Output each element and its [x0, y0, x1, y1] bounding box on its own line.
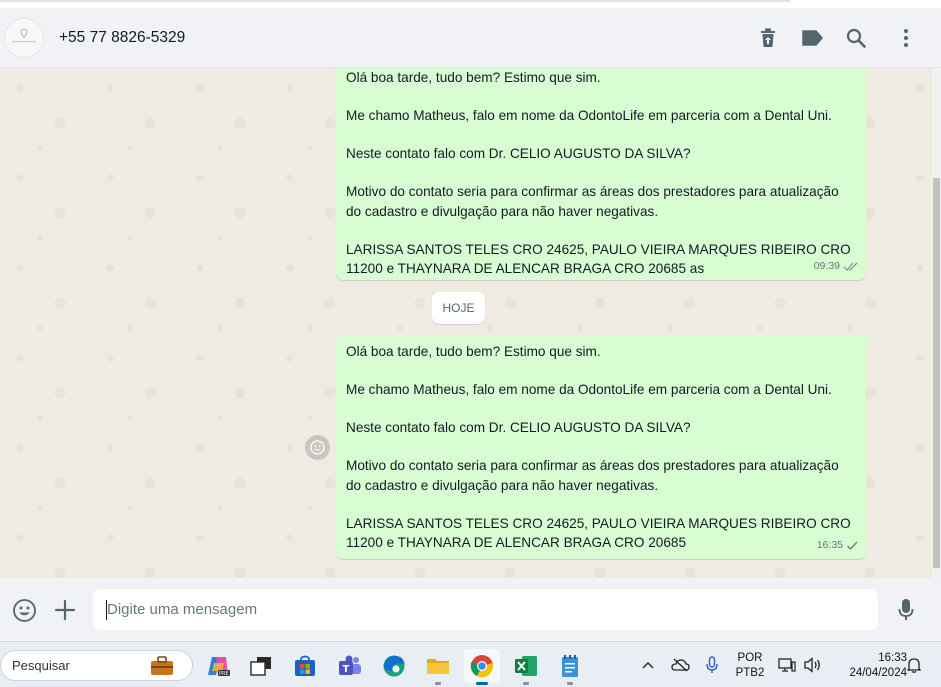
text-caret — [106, 600, 107, 620]
single-check-icon — [847, 541, 858, 550]
clear-chat-icon[interactable] — [755, 25, 781, 51]
volume-icon[interactable] — [802, 654, 824, 676]
message-line: Olá boa tarde, tudo bem? Estimo que sim. — [346, 70, 601, 85]
app-running-indicator — [523, 682, 529, 685]
system-clock[interactable]: 16:33 24/04/2024 — [833, 651, 907, 681]
message-line: Motivo do contato seria para confirmar a… — [346, 458, 839, 473]
contact-avatar[interactable] — [4, 18, 44, 58]
message-time: 09:39 — [813, 259, 840, 272]
briefcase-icon — [151, 656, 173, 675]
copilot-icon[interactable]: PRE — [200, 649, 236, 683]
message-line: 11200 e THAYNARA DE ALENCAR BRAGA CRO 20… — [346, 261, 705, 276]
language-code: POR — [737, 652, 763, 664]
teams-icon[interactable]: T — [332, 649, 368, 683]
message-line-gap — [346, 438, 857, 457]
scrollbar-thumb[interactable] — [933, 178, 940, 568]
message-line: do cadastro e divulgação para não haver … — [346, 203, 659, 219]
file-explorer-icon[interactable] — [420, 649, 456, 685]
double-check-icon — [843, 262, 858, 271]
emoji-smile-icon — [310, 440, 325, 455]
message-bubble-outgoing[interactable]: Olá boa tarde, tudo bem? Estimo que sim.… — [336, 68, 866, 280]
composer-bar — [0, 578, 941, 641]
network-icon[interactable] — [776, 654, 798, 676]
app-running-indicator — [567, 682, 573, 685]
label-icon[interactable] — [799, 25, 825, 51]
app-active-indicator — [476, 682, 488, 685]
message-line-gap — [346, 400, 857, 419]
chrome-icon[interactable] — [464, 649, 500, 685]
svg-text:PRE: PRE — [219, 671, 229, 677]
message-time: 16:35 — [816, 538, 843, 551]
message-line: Neste contato falo com Dr. CELIO AUGUSTO… — [346, 420, 691, 435]
onedrive-offline-icon[interactable] — [668, 654, 692, 676]
message-line: Neste contato falo com Dr. CELIO AUGUSTO… — [346, 146, 691, 161]
odontolife-logo-icon — [12, 29, 36, 43]
message-line: Me chamo Matheus, falo em nome da Odonto… — [346, 108, 832, 123]
message-bubble-outgoing[interactable]: Olá boa tarde, tudo bem? Estimo que sim.… — [336, 336, 873, 559]
message-line: Me chamo Matheus, falo em nome da Odonto… — [346, 382, 832, 397]
contact-name[interactable]: +55 77 8826-5329 — [59, 29, 185, 47]
message-line-gap — [346, 164, 857, 183]
message-line-gap — [346, 126, 857, 145]
emoji-icon[interactable] — [11, 597, 37, 623]
message-line-gap — [346, 495, 857, 514]
message-list[interactable]: Olá boa tarde, tudo bem? Estimo que sim.… — [0, 68, 941, 578]
taskbar-search[interactable]: Pesquisar — [0, 650, 193, 681]
taskbar-search-label: Pesquisar — [12, 658, 70, 673]
chat-scrollbar[interactable] — [932, 68, 941, 578]
keyboard-layout: PTB2 — [735, 667, 765, 679]
notepad-icon[interactable] — [552, 649, 588, 685]
edge-icon[interactable] — [376, 649, 412, 683]
windows-taskbar: Pesquisar PRE T POR PTB2 16:33 24/04/202… — [0, 641, 941, 687]
message-line: Olá boa tarde, tudo bem? Estimo que sim. — [346, 344, 601, 359]
chat-header[interactable]: +55 77 8826-5329 — [0, 8, 941, 68]
message-line-gap — [346, 221, 857, 240]
date-divider: HOJE — [432, 292, 485, 324]
app-running-indicator — [435, 682, 441, 685]
message-line-gap — [346, 88, 857, 107]
message-line: LARISSA SANTOS TELES CRO 24625, PAULO VI… — [346, 515, 851, 531]
menu-icon[interactable] — [893, 25, 919, 51]
clock-date: 24/04/2024 — [849, 667, 907, 679]
message-meta: 16:35 — [817, 536, 859, 556]
message-line: 11200 e THAYNARA DE ALENCAR BRAGA CRO 20… — [346, 535, 687, 550]
microphone-tray-icon[interactable] — [702, 654, 722, 676]
browser-top-strip — [0, 0, 941, 8]
attach-plus-icon[interactable] — [52, 597, 78, 623]
store-icon[interactable] — [287, 649, 323, 683]
input-language-indicator[interactable]: POR PTB2 — [731, 651, 769, 681]
microphone-icon[interactable] — [893, 597, 919, 623]
show-hidden-icons-chevron-icon[interactable] — [638, 654, 658, 676]
message-meta: 09:39 — [814, 257, 859, 277]
message-line: do cadastro e divulgação para não haver … — [346, 477, 659, 493]
bubble-tail — [865, 336, 873, 346]
message-line: LARISSA SANTOS TELES CRO 24625, PAULO VI… — [346, 241, 851, 257]
svg-text:T: T — [343, 664, 350, 675]
task-view-icon[interactable] — [243, 649, 279, 683]
loading-bar — [0, 0, 790, 2]
message-input[interactable] — [93, 589, 878, 630]
message-line: Motivo do contato seria para confirmar a… — [346, 184, 839, 199]
excel-icon[interactable] — [508, 649, 544, 685]
search-icon[interactable] — [843, 25, 869, 51]
clock-time: 16:33 — [878, 652, 907, 664]
reaction-button[interactable] — [305, 435, 330, 460]
message-line-gap — [346, 362, 857, 381]
notification-bell-icon[interactable] — [904, 654, 924, 676]
